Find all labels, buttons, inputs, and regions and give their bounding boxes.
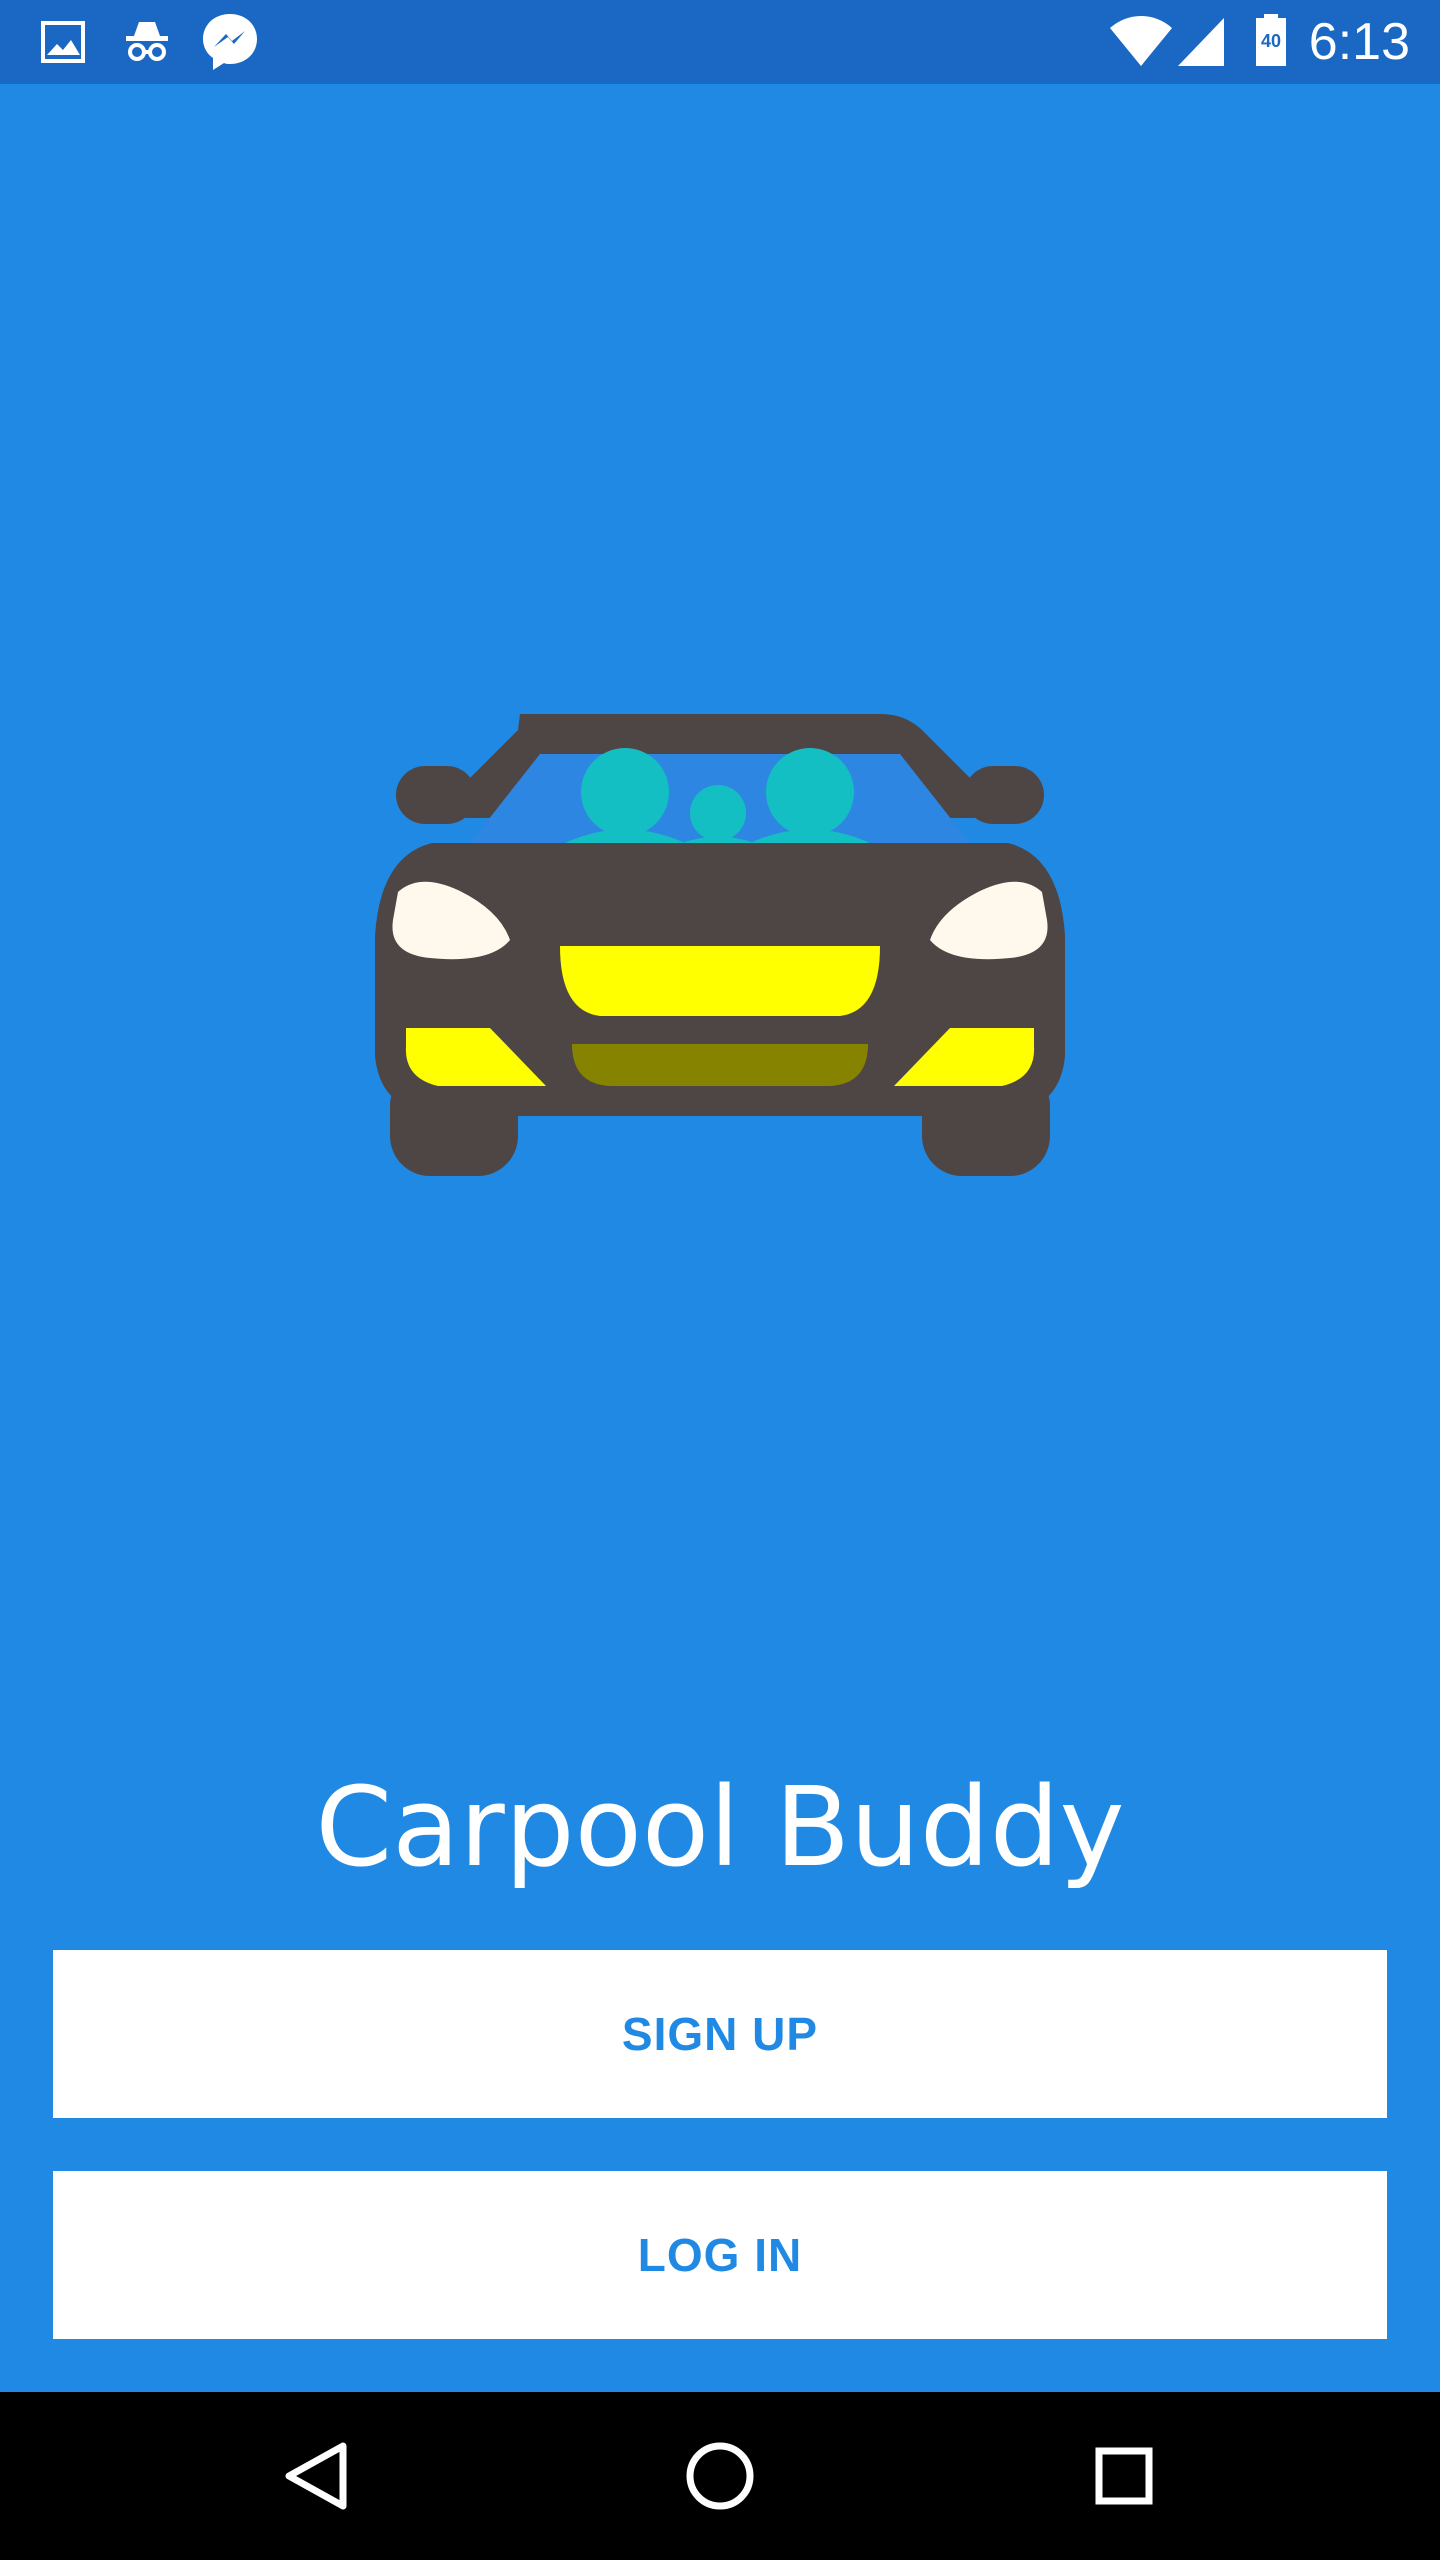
system-nav-bar: [0, 2392, 1440, 2560]
incognito-icon: [126, 22, 168, 61]
car-logo-icon: [375, 714, 1065, 1176]
cell-signal-icon: [1178, 18, 1224, 66]
battery-level: 40: [1261, 31, 1281, 51]
app-title: Carpool Buddy: [315, 1763, 1125, 1891]
sign-up-button[interactable]: SIGN UP: [53, 1950, 1387, 2118]
log-in-button[interactable]: LOG IN: [53, 2171, 1387, 2339]
home-icon[interactable]: [640, 2392, 800, 2560]
clock-time: 6:13: [1308, 13, 1410, 71]
back-icon[interactable]: [236, 2392, 396, 2560]
battery-icon: 40: [1256, 14, 1286, 66]
image-icon: [41, 21, 85, 63]
recents-icon[interactable]: [1044, 2392, 1204, 2560]
messenger-icon: [203, 14, 257, 70]
wifi-icon: [1110, 16, 1172, 66]
status-bar: 40 6:13: [0, 0, 1440, 84]
